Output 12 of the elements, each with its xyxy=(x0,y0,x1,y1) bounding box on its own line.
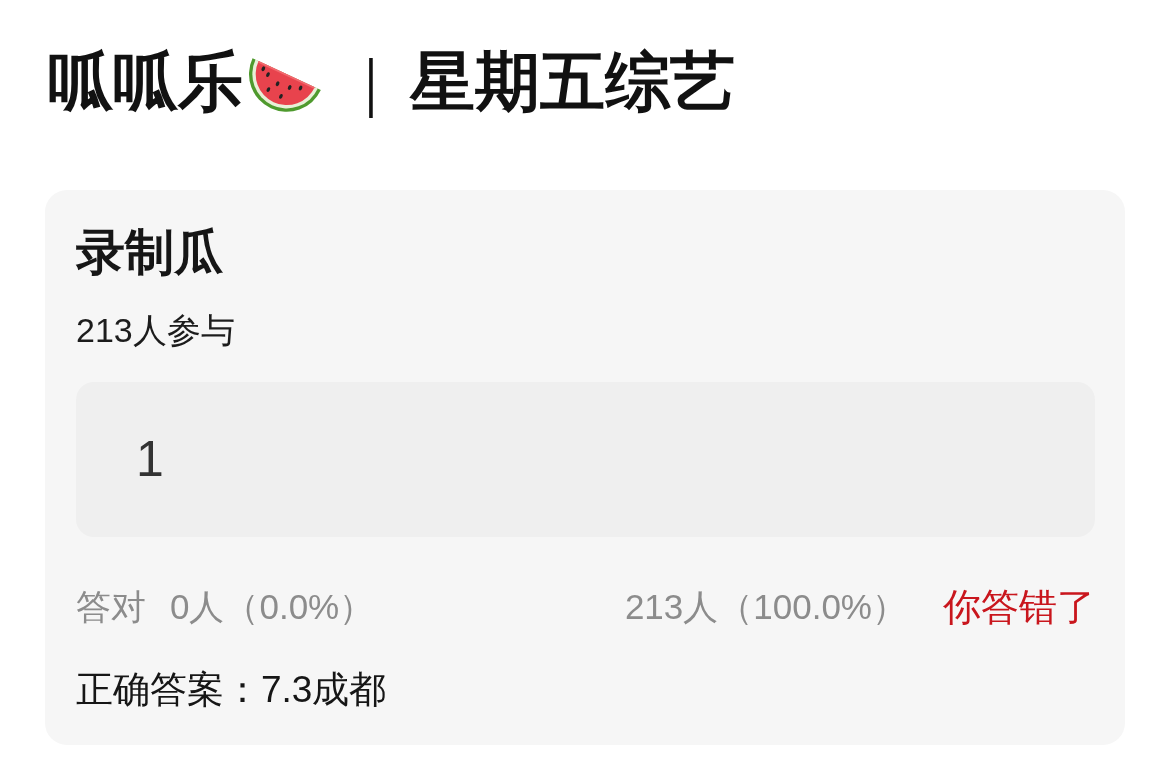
participant-count: 213人参与 xyxy=(76,309,235,351)
page-title: 呱呱乐 xyxy=(48,46,243,118)
result-text: 你答错了 xyxy=(943,584,1095,630)
watermelon-icon xyxy=(249,58,321,112)
title-separator: ｜ xyxy=(341,47,400,120)
wrong-count: 213人（100.0%） xyxy=(624,586,907,629)
quiz-title: 录制瓜 xyxy=(76,224,223,281)
page-subtitle: 星期五综艺 xyxy=(410,46,735,118)
correct-label: 答对 xyxy=(76,586,146,629)
correct-count: 0人（0.0%） xyxy=(170,586,375,629)
answer-box: 1 xyxy=(76,381,1095,537)
correct-answer: 正确答案：7.3成都 xyxy=(76,668,387,713)
